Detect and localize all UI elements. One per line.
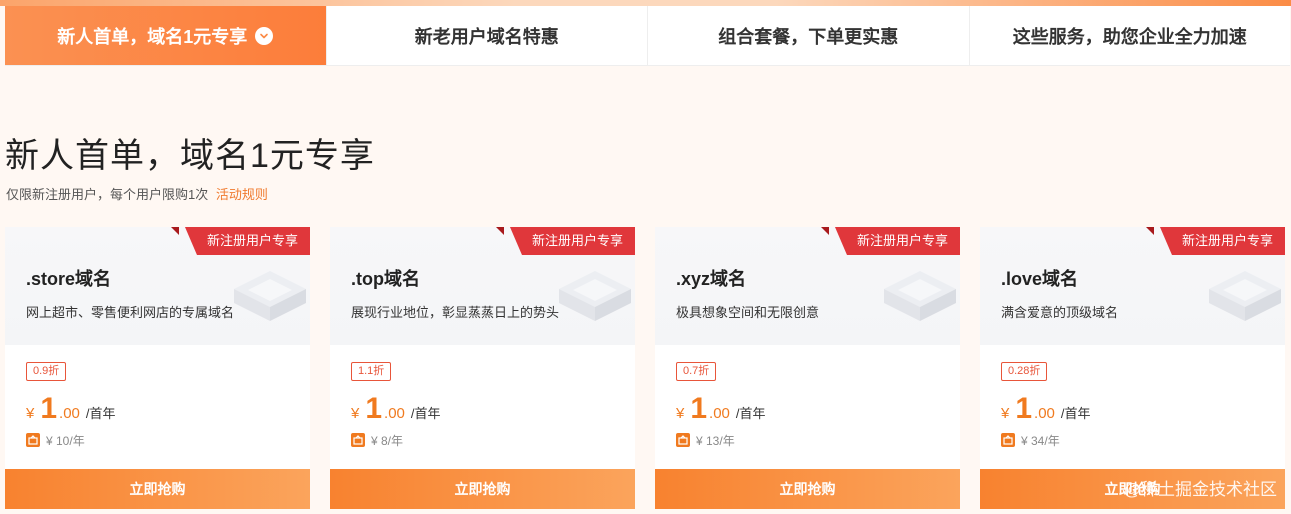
exclusive-ribbon: 新注册用户专享	[834, 227, 960, 255]
price-unit: /首年	[735, 406, 766, 421]
price: ¥1.00/首年	[26, 392, 116, 425]
exclusive-ribbon: 新注册用户专享	[509, 227, 635, 255]
domain-card: 新注册用户专享 .xyz域名 极具想象空间和无限创意 0.7折 ¥1.00/首年…	[655, 227, 960, 509]
original-price: ¥ 34/年	[1001, 432, 1060, 448]
domain-description: 满含爱意的顶级域名	[1001, 305, 1119, 320]
currency-symbol: ¥	[26, 405, 35, 422]
tab-bundles[interactable]: 组合套餐，下单更实惠	[648, 6, 970, 65]
buy-now-button[interactable]: 立即抢购	[655, 469, 960, 509]
cube-illustration-icon	[234, 271, 306, 321]
domain-description: 展现行业地位，彰显蒸蒸日上的势头	[351, 305, 560, 320]
domain-description: 网上超市、零售便利网店的专属域名	[26, 305, 235, 320]
price: ¥1.00/首年	[351, 392, 441, 425]
renewal-tag-icon	[676, 433, 690, 447]
section-title: 新人首单，域名1元专享	[5, 137, 375, 175]
price-integer: 1	[690, 392, 708, 425]
price-decimal: .00	[59, 405, 80, 422]
ribbon-fold	[1146, 227, 1154, 235]
ribbon-fold	[496, 227, 504, 235]
price: ¥1.00/首年	[676, 392, 766, 425]
original-price: ¥ 13/年	[676, 432, 735, 448]
exclusive-ribbon: 新注册用户专享	[184, 227, 310, 255]
price-unit: /首年	[410, 406, 441, 421]
tab-label: 新老用户域名特惠	[414, 26, 559, 47]
domain-description: 极具想象空间和无限创意	[676, 305, 820, 320]
discount-badge: 0.28折	[1001, 362, 1048, 381]
currency-symbol: ¥	[1001, 405, 1010, 422]
tab-services[interactable]: 这些服务，助您企业全力加速	[970, 6, 1291, 65]
original-price-text: ¥ 34/年	[1021, 433, 1060, 448]
original-price: ¥ 8/年	[351, 432, 403, 448]
renewal-tag-icon	[1001, 433, 1015, 447]
currency-symbol: ¥	[676, 405, 685, 422]
tab-label: 新人首单，域名1元专享	[57, 26, 248, 47]
chevron-down-icon	[255, 26, 274, 45]
original-price: ¥ 10/年	[26, 432, 85, 448]
domain-card: 新注册用户专享 .store域名 网上超市、零售便利网店的专属域名 0.9折 ¥…	[5, 227, 310, 509]
domain-card-list: 新注册用户专享 .store域名 网上超市、零售便利网店的专属域名 0.9折 ¥…	[5, 227, 1290, 509]
tab-newcomer[interactable]: 新人首单，域名1元专享	[5, 6, 327, 65]
price-integer: 1	[365, 392, 383, 425]
domain-name: .love域名	[1001, 269, 1079, 289]
discount-badge: 0.7折	[676, 362, 717, 381]
renewal-tag-icon	[26, 433, 40, 447]
buy-now-button[interactable]: 立即抢购	[5, 469, 310, 509]
cube-illustration-icon	[884, 271, 956, 321]
tab-domain-deals[interactable]: 新老用户域名特惠	[327, 6, 648, 65]
original-price-text: ¥ 8/年	[371, 433, 404, 448]
price-decimal: .00	[709, 405, 730, 422]
rules-link[interactable]: 活动规则	[216, 187, 268, 202]
price-integer: 1	[40, 392, 58, 425]
watermark: @稀土掘金技术社区	[1123, 480, 1277, 499]
discount-badge: 1.1折	[351, 362, 392, 381]
price-decimal: .00	[1034, 405, 1055, 422]
domain-card: 新注册用户专享 .love域名 满含爱意的顶级域名 0.28折 ¥1.00/首年…	[980, 227, 1285, 509]
domain-card: 新注册用户专享 .top域名 展现行业地位，彰显蒸蒸日上的势头 1.1折 ¥1.…	[330, 227, 635, 509]
ribbon-fold	[171, 227, 179, 235]
original-price-text: ¥ 13/年	[696, 433, 735, 448]
renewal-tag-icon	[351, 433, 365, 447]
domain-name: .xyz域名	[676, 269, 747, 289]
section-subtitle: 仅限新注册用户，每个用户限购1次 活动规则	[6, 184, 268, 203]
original-price-text: ¥ 10/年	[46, 433, 85, 448]
domain-name: .store域名	[26, 269, 112, 289]
price-decimal: .00	[384, 405, 405, 422]
subtitle-text: 仅限新注册用户，每个用户限购1次	[6, 187, 209, 202]
cube-illustration-icon	[559, 271, 631, 321]
tab-label: 这些服务，助您企业全力加速	[1012, 26, 1247, 47]
exclusive-ribbon: 新注册用户专享	[1159, 227, 1285, 255]
currency-symbol: ¥	[351, 405, 360, 422]
ribbon-fold	[821, 227, 829, 235]
domain-name: .top域名	[351, 269, 420, 289]
promo-tabs: 新人首单，域名1元专享 新老用户域名特惠 组合套餐，下单更实惠 这些服务，助您企…	[5, 6, 1290, 66]
price: ¥1.00/首年	[1001, 392, 1091, 425]
price-integer: 1	[1015, 392, 1033, 425]
buy-now-button[interactable]: 立即抢购	[330, 469, 635, 509]
tab-label: 组合套餐，下单更实惠	[718, 26, 899, 47]
discount-badge: 0.9折	[26, 362, 67, 381]
price-unit: /首年	[85, 406, 116, 421]
cube-illustration-icon	[1209, 271, 1281, 321]
price-unit: /首年	[1060, 406, 1091, 421]
